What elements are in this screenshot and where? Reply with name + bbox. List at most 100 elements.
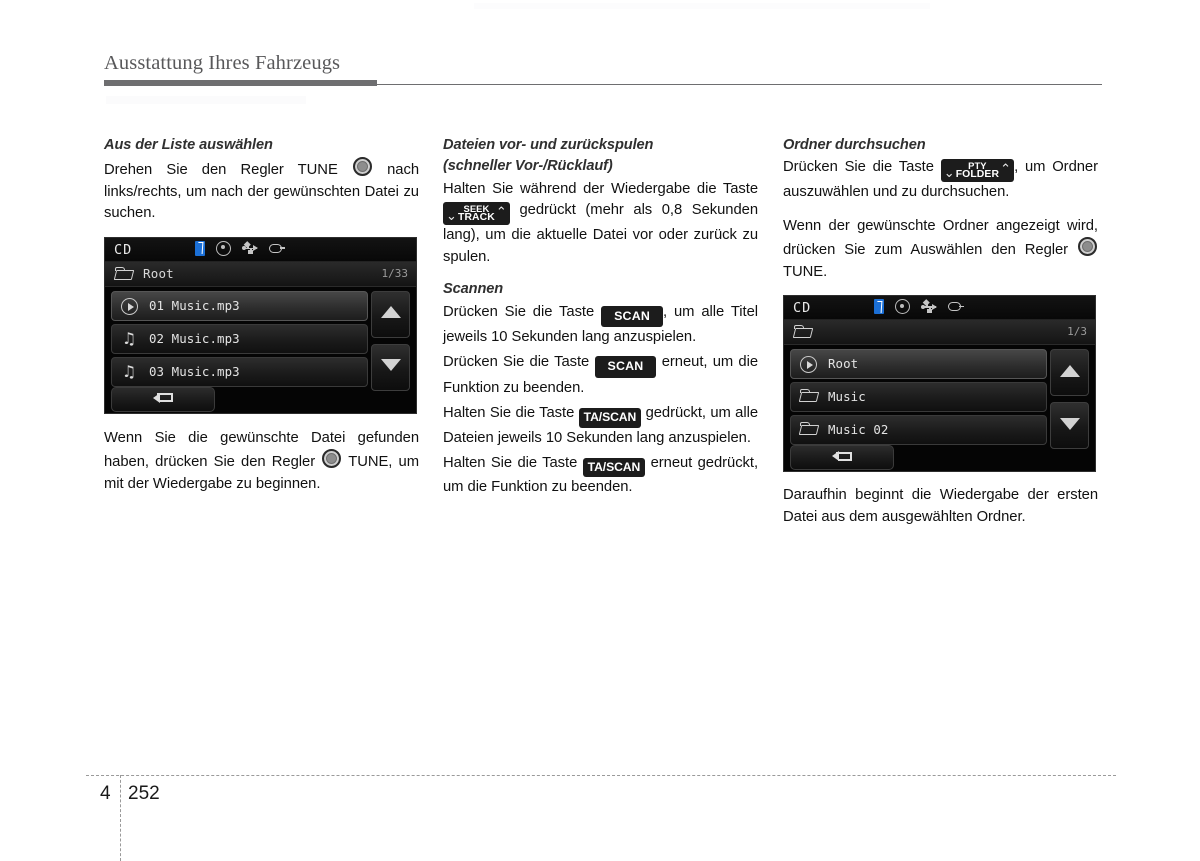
right-paragraph-3: Daraufhin beginnt die Wiedergabe der ers… — [783, 487, 1098, 525]
right-heading: Ordner durchsuchen — [783, 137, 926, 153]
screen-body: Root Music Music 02 — [784, 345, 1095, 471]
page-title: Ausstattung Ihres Fahrzeugs — [104, 52, 341, 74]
list-item[interactable]: Music — [790, 382, 1047, 413]
list-item[interactable]: ♫ 03 Music.mp3 — [111, 356, 368, 387]
back-icon — [832, 451, 852, 465]
middle-heading-line-1: Dateien vor- und zurückspulen — [443, 137, 654, 153]
list-item-label: 02 Music.mp3 — [149, 330, 240, 346]
scroll-up-icon[interactable] — [371, 290, 410, 338]
list-item[interactable]: Music 02 — [790, 415, 1047, 446]
back-icon — [153, 392, 173, 406]
footer-guide-vertical — [120, 775, 121, 861]
scan-paragraph-3: Halten Sie die Taste TA/SCAN gedrückt, u… — [443, 403, 758, 449]
footer-chapter-number: 4 — [100, 783, 111, 804]
source-label: CD — [793, 300, 812, 317]
bluetooth-icon — [195, 240, 205, 256]
right-para2-text-b: TUNE. — [783, 263, 828, 280]
chevron-down-icon: ⌄ — [446, 207, 457, 223]
disc-icon — [895, 299, 910, 315]
folder-list: Root Music Music 02 — [790, 349, 1047, 448]
music-note-icon: ♫ — [121, 361, 137, 381]
scroll-up-icon[interactable] — [1050, 349, 1089, 397]
tune-knob-icon — [322, 449, 342, 469]
tune-knob-icon — [1078, 237, 1097, 257]
scrollbar[interactable] — [371, 290, 410, 397]
back-button[interactable] — [111, 386, 215, 412]
column-middle: Dateien vor- und zurückspulen (schneller… — [443, 136, 758, 499]
page-indicator: 1/3 — [1067, 325, 1087, 339]
usb-icon — [242, 242, 258, 255]
page-indicator: 1/33 — [381, 266, 409, 280]
folder-icon — [113, 266, 135, 281]
back-button[interactable] — [790, 445, 894, 471]
footer-page-number: 252 — [128, 783, 160, 804]
screen-body: 01 Music.mp3 ♫ 02 Music.mp3 ♫ 03 Music.m… — [105, 287, 416, 413]
list-item-label: Root — [828, 356, 859, 372]
list-item-label: Music 02 — [828, 422, 889, 438]
scroll-down-icon[interactable] — [371, 343, 410, 391]
left-para1-text-a: Drehen Sie den Regler TUNE — [104, 162, 338, 179]
pty-folder-button[interactable]: ⌄ PTY FOLDER ⌃ — [940, 158, 1015, 183]
right-paragraph-1: Drücken Sie die Taste ⌄ PTY FOLDER ⌃, um Or… — [783, 157, 1098, 203]
play-icon — [121, 297, 138, 315]
left-heading: Aus der Liste auswählen — [104, 137, 273, 153]
cd-folder-list-screen: CD 1/3 Root Music Music 02 — [783, 295, 1096, 473]
aux-plug-icon — [948, 301, 966, 312]
screen-status-bar: CD — [784, 296, 1095, 321]
folder-icon — [798, 422, 820, 436]
scan-para1-text-a: Drücken Sie die Taste — [443, 303, 595, 320]
middle-paragraph-1: Halten Sie während der Wiedergabe die Ta… — [443, 179, 758, 268]
right-para1-text-a: Drücken Sie die Taste — [783, 159, 934, 176]
ta-scan-button[interactable]: TA/SCAN — [582, 457, 646, 478]
column-left: Aus der Liste auswählen Drehen Sie den R… — [104, 136, 419, 495]
folder-label: FOLDER — [955, 169, 1000, 181]
list-item[interactable]: 01 Music.mp3 — [111, 290, 368, 321]
music-note-icon: ♫ — [121, 328, 137, 348]
source-label: CD — [114, 241, 133, 258]
list-item-label: 01 Music.mp3 — [149, 297, 240, 313]
scan-paragraph-1: Drücken Sie die Taste SCAN, um alle Tite… — [443, 302, 758, 349]
running-header: Ausstattung Ihres Fahrzeugs — [104, 52, 1102, 75]
breadcrumb-label: Root — [143, 265, 174, 281]
chevron-up-icon: ⌃ — [495, 203, 507, 219]
list-item-label: Music — [828, 389, 866, 405]
screen-status-bar: CD — [105, 237, 416, 262]
column-right: Ordner durchsuchen Drücken Sie die Taste… — [783, 136, 1098, 528]
list-item[interactable]: Root — [790, 349, 1047, 380]
aux-plug-icon — [269, 243, 287, 254]
right-para2-text-a: Wenn der gewünschte Ordner angezeigt wir… — [783, 217, 1098, 259]
seek-track-button[interactable]: ⌄ SEEK TRACK ⌃ — [443, 201, 510, 226]
file-list: 01 Music.mp3 ♫ 02 Music.mp3 ♫ 03 Music.m… — [111, 290, 368, 390]
scroll-down-icon[interactable] — [1050, 402, 1089, 450]
scan-button[interactable]: SCAN — [601, 305, 664, 327]
scan-heading: Scannen — [443, 281, 504, 298]
status-icon-group — [195, 240, 287, 256]
middle-heading-line-2: (schneller Vor-/Rücklauf) — [443, 158, 613, 175]
list-item[interactable]: ♫ 02 Music.mp3 — [111, 323, 368, 354]
scan-para4-text-a: Halten Sie die Taste — [443, 454, 578, 471]
middle-para1-text-a: Halten Sie während der Wiedergabe die Ta… — [443, 180, 758, 197]
footer-guide-horizontal — [86, 775, 1116, 776]
usb-icon — [921, 301, 937, 313]
scrollbar[interactable] — [1050, 349, 1089, 455]
cd-file-list-screen: CD Root 1/33 01 Music.mp3 ♫ 02 Music.mp3… — [104, 236, 417, 414]
scan-para2-text-a: Drücken Sie die Taste — [443, 354, 590, 371]
chevron-down-icon: ⌄ — [943, 164, 955, 180]
play-icon — [800, 356, 817, 374]
bluetooth-icon — [874, 299, 884, 315]
scan-para3-text-a: Halten Sie die Taste — [443, 405, 575, 422]
right-paragraph-2: Wenn der gewünschte Ordner angezeigt wir… — [783, 216, 1098, 283]
header-rule-accent — [104, 80, 377, 86]
left-paragraph-2: Wenn Sie die gewünschte Datei gefunden h… — [104, 428, 419, 495]
scan-button[interactable]: SCAN — [594, 356, 657, 378]
folder-icon — [792, 325, 814, 339]
chevron-up-icon: ⌃ — [1000, 160, 1012, 176]
left-paragraph-1: Drehen Sie den Regler TUNE nach links/re… — [104, 157, 419, 224]
scan-ghost-line — [106, 96, 306, 104]
folder-icon — [798, 389, 820, 403]
track-label: TRACK — [458, 212, 495, 224]
disc-icon — [216, 240, 231, 256]
ta-scan-button[interactable]: TA/SCAN — [578, 408, 642, 428]
breadcrumb: Root 1/33 — [105, 261, 416, 287]
scan-paragraph-2: Drücken Sie die Taste SCAN erneut, um di… — [443, 352, 758, 399]
